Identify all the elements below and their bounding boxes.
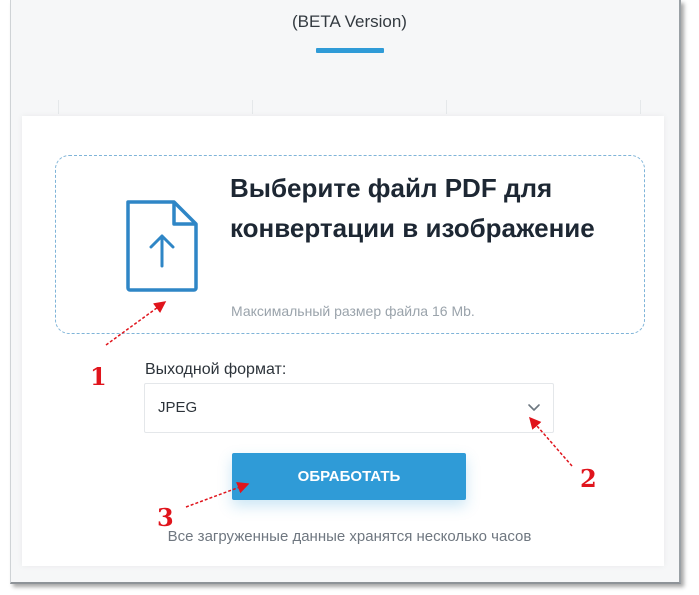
annotation-marker-1: 1 <box>90 362 107 391</box>
output-format-select[interactable]: JPEG <box>144 383 554 433</box>
divider-line <box>640 100 641 114</box>
max-size-note: Максимальный размер файла 16 Mb. <box>231 303 475 319</box>
chevron-down-icon <box>528 404 540 411</box>
upload-title: Выберите файл PDF для конвертации в изоб… <box>230 173 595 243</box>
divider-line <box>252 100 253 114</box>
annotation-marker-3: 3 <box>157 503 174 532</box>
storage-note: Все загруженные данные хранятся нескольк… <box>167 528 532 545</box>
file-upload-icon <box>126 200 198 292</box>
process-button[interactable]: ОБРАБОТАТЬ <box>232 453 466 500</box>
annotation-marker-2: 2 <box>580 464 597 493</box>
output-format-value: JPEG <box>158 399 198 416</box>
divider-line <box>446 100 447 114</box>
output-format-label: Выходной формат: <box>145 361 287 378</box>
beta-version-label: (BETA Version) <box>292 12 407 31</box>
beta-underline <box>316 48 384 53</box>
divider-line <box>58 100 59 114</box>
